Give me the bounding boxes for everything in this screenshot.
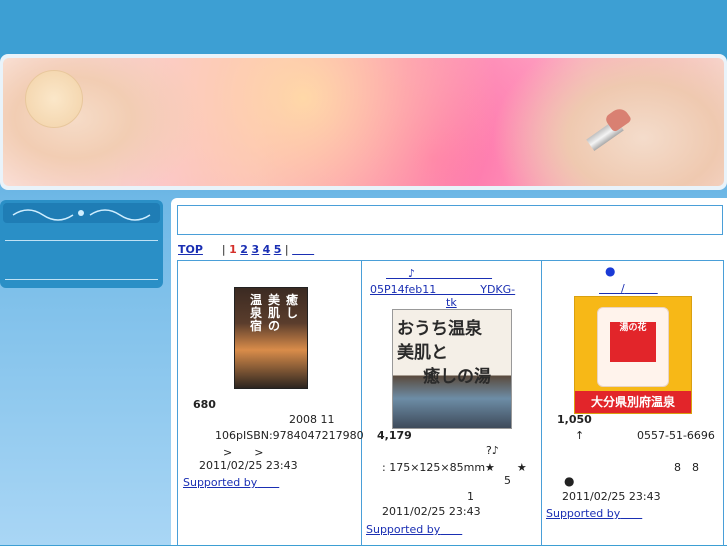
powder-puff-icon: [25, 70, 83, 128]
product-desc: ?♪: [486, 444, 499, 457]
product-desc: ↑: [575, 429, 585, 442]
product-cell: ♪ 05P14feb11 YDKG- tk おうち温泉 美肌と 癒しの湯 4,1…: [362, 261, 542, 546]
product-desc: 5: [504, 474, 511, 487]
sidebar: [0, 200, 163, 288]
pager-current-page: 1: [229, 243, 237, 256]
product-desc: 106pISBN:9784047217980: [215, 429, 364, 442]
product-price: 680: [193, 398, 216, 411]
supported-by-label: Supported by: [546, 507, 621, 520]
product-date: 2011/02/25 23:43: [199, 459, 298, 472]
pager-page-5[interactable]: 5: [274, 243, 282, 256]
bullet-icon: ●: [564, 474, 575, 488]
supported-by-link[interactable]: Supported by: [366, 521, 462, 537]
product-desc: 2008 11: [289, 413, 335, 426]
cosmetics-banner-image: [3, 58, 724, 186]
main-content: TOP | 1 2 3 4 5 | 癒し 美肌の 温泉宿 680 2008 11…: [171, 198, 727, 546]
pager-page-4[interactable]: 4: [263, 243, 271, 256]
pager-separator: |: [221, 243, 226, 256]
book-cover-text: 温泉宿: [249, 293, 262, 333]
product-cell: ● / 湯の花 大分県別府温泉 1,050 ↑ 0557-51-6696 8 8…: [542, 261, 723, 546]
product-date: 2011/02/25 23:43: [562, 490, 661, 503]
book-cover-text: 美肌の: [267, 293, 280, 333]
product-title-link[interactable]: 05P14feb11 YDKG-: [370, 281, 515, 297]
swirl-ornament-icon: [12, 209, 151, 221]
sidebar-divider: [5, 240, 158, 241]
salt-bag: 湯の花: [597, 307, 669, 387]
image-text: 癒しの湯: [423, 367, 491, 387]
page-title-box: [177, 205, 723, 235]
supported-by-link[interactable]: Supported by: [546, 505, 642, 521]
product-title-link[interactable]: tk: [446, 296, 457, 309]
bath-salt-product-image[interactable]: 湯の花 大分県別府温泉: [574, 296, 692, 414]
product-desc: > >: [223, 446, 264, 459]
image-text: おうち温泉: [397, 319, 482, 339]
pager-page-3[interactable]: 3: [251, 243, 259, 256]
pager-page-2[interactable]: 2: [240, 243, 248, 256]
product-title-link[interactable]: /: [599, 280, 658, 296]
top-link[interactable]: TOP: [178, 243, 203, 256]
sidebar-divider: [5, 279, 158, 280]
product-title-text: /: [621, 282, 625, 295]
pager-separator: |: [284, 243, 289, 256]
product-desc: : 175×125×85mm★ ★: [382, 461, 527, 474]
product-desc: 8 8: [674, 461, 699, 474]
supported-by-label: Supported by: [366, 523, 441, 536]
sidebar-ornament: [3, 203, 160, 223]
product-price: 1,050: [557, 413, 592, 426]
header-banner: [0, 54, 727, 190]
image-text: 美肌と: [397, 343, 448, 363]
title-bullet-icon: ●: [605, 264, 616, 278]
product-cell: 癒し 美肌の 温泉宿 680 2008 11 106pISBN:97840472…: [178, 261, 364, 546]
product-title-link[interactable]: ♪: [386, 265, 492, 281]
image-banner-text: 大分県別府温泉: [575, 391, 691, 413]
pagination: TOP | 1 2 3 4 5 |: [178, 241, 314, 257]
supported-by-link[interactable]: Supported by: [183, 474, 279, 490]
onsen-product-image[interactable]: おうち温泉 美肌と 癒しの湯: [392, 309, 512, 429]
salt-bag-label: 湯の花: [610, 322, 656, 362]
product-phone: 0557-51-6696: [637, 429, 715, 442]
book-cover-image[interactable]: 癒し 美肌の 温泉宿: [234, 287, 308, 389]
book-cover-text: 癒し: [285, 293, 298, 320]
pager-next-link[interactable]: [292, 243, 314, 256]
product-title-text: ♪: [408, 267, 416, 280]
product-date: 2011/02/25 23:43: [382, 505, 481, 518]
supported-by-label: Supported by: [183, 476, 258, 489]
product-price: 4,179: [377, 429, 412, 442]
product-grid: 癒し 美肌の 温泉宿 680 2008 11 106pISBN:97840472…: [177, 260, 724, 546]
product-desc: 1: [467, 490, 474, 503]
